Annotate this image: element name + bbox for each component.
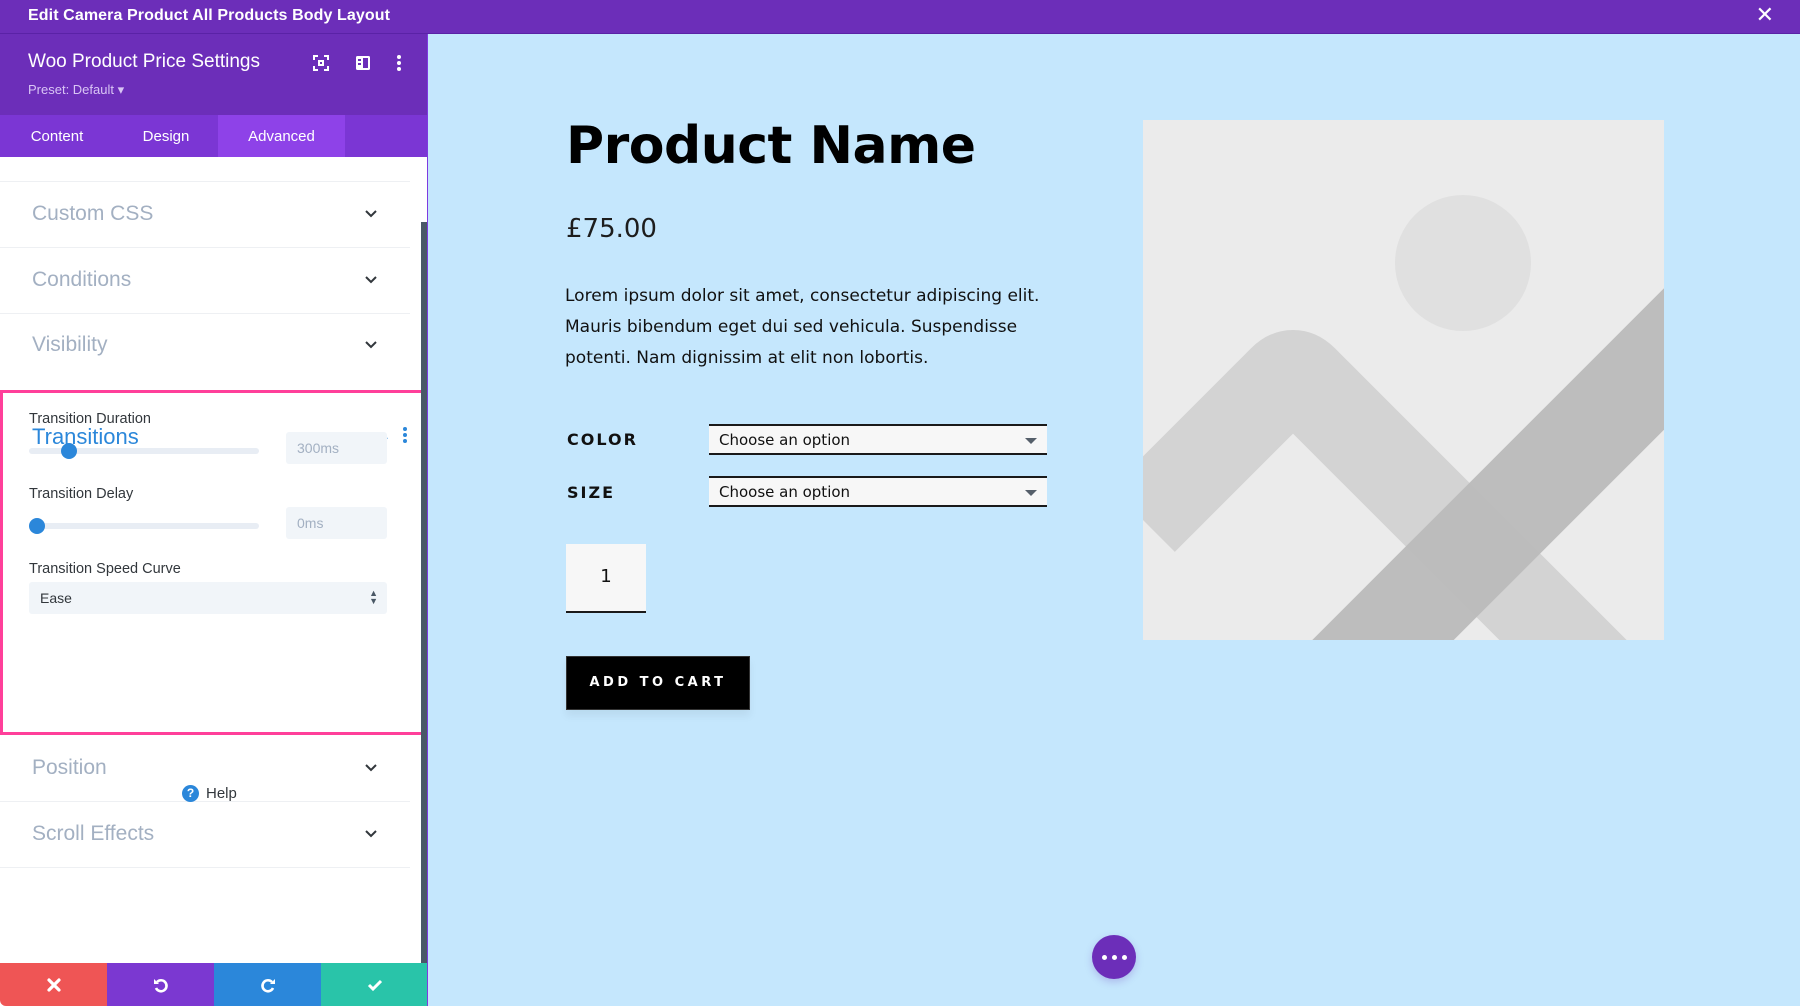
chevron-down-icon: [365, 341, 377, 349]
select-value: Choose an option: [719, 483, 851, 501]
tab-advanced[interactable]: Advanced: [218, 115, 345, 157]
section-options-icon[interactable]: [402, 426, 408, 444]
close-icon: [46, 977, 61, 992]
transition-delay-slider[interactable]: [29, 518, 259, 534]
close-icon[interactable]: ✕: [1756, 4, 1774, 28]
select-value: Ease: [40, 590, 72, 606]
section-label: Conditions: [32, 268, 132, 291]
variation-label-color: COLOR: [567, 430, 638, 449]
transitions-title[interactable]: Transitions: [32, 424, 139, 450]
dot: [1101, 954, 1107, 960]
dropdown-caret-icon: [1025, 438, 1037, 444]
redo-button[interactable]: [214, 963, 321, 1006]
transition-speed-curve-label: Transition Speed Curve: [29, 561, 181, 577]
size-select[interactable]: Choose an option: [709, 476, 1047, 507]
redo-icon: [260, 978, 275, 993]
dropdown-caret-icon: [1025, 490, 1037, 496]
select-value: Choose an option: [719, 431, 851, 449]
undo-icon: [153, 978, 168, 993]
chevron-down-icon: [365, 830, 377, 838]
help-icon: ?: [182, 784, 199, 802]
tab-content[interactable]: Content: [0, 115, 114, 157]
more-options-icon[interactable]: [390, 54, 408, 72]
panel-scrollbar[interactable]: [421, 222, 427, 997]
section-label: Scroll Effects: [32, 822, 155, 845]
transition-duration-slider[interactable]: [29, 443, 259, 459]
undo-button[interactable]: [107, 963, 214, 1006]
section-conditions[interactable]: Conditions: [0, 249, 410, 314]
page-options-button[interactable]: [1092, 935, 1136, 979]
split-view-icon[interactable]: [354, 54, 372, 72]
color-select[interactable]: Choose an option: [709, 424, 1047, 455]
product-description: Lorem ipsum dolor sit amet, consectetur …: [565, 286, 1040, 368]
section-scroll-effects[interactable]: Scroll Effects: [0, 803, 410, 868]
panel-title: Woo Product Price Settings: [28, 51, 260, 72]
section-label: Custom CSS: [32, 202, 154, 225]
product-price: £75.00: [566, 214, 657, 244]
image-placeholder-icon: [1143, 195, 1664, 640]
panel-footer: [0, 963, 427, 1006]
quantity-input[interactable]: 1: [566, 544, 646, 613]
transition-delay-label: Transition Delay: [29, 486, 134, 502]
help-label: Help: [206, 784, 237, 802]
dot: [1111, 954, 1117, 960]
section-label: CSS ID & Classes: [32, 157, 202, 160]
focus-mode-icon[interactable]: [312, 54, 330, 72]
panel-header: Woo Product Price Settings Preset: Defau…: [0, 34, 427, 115]
slider-thumb[interactable]: [61, 443, 78, 459]
discard-button[interactable]: [0, 963, 107, 1006]
chevron-down-icon: [365, 276, 377, 284]
transition-delay-input[interactable]: 0ms: [286, 507, 387, 539]
section-label: Position: [32, 756, 107, 779]
tab-design[interactable]: Design: [114, 115, 218, 157]
dot: [1121, 954, 1127, 960]
transition-duration-label: Transition Duration: [29, 411, 151, 427]
section-css-id-classes[interactable]: CSS ID & Classes: [0, 157, 410, 182]
transition-speed-curve-select[interactable]: Ease ▲ ▼: [29, 582, 387, 614]
slider-thumb[interactable]: [29, 518, 45, 534]
select-arrows-icon: ▲ ▼: [369, 588, 378, 606]
check-icon: [367, 979, 382, 991]
transition-duration-input[interactable]: 300ms: [286, 432, 387, 464]
save-button[interactable]: [321, 963, 427, 1006]
settings-tabs: Content Design Advanced: [0, 115, 427, 157]
add-to-cart-button[interactable]: ADD TO CART: [566, 656, 750, 710]
help-link[interactable]: ? Help: [182, 783, 237, 803]
chevron-down-icon: [365, 210, 377, 218]
section-custom-css[interactable]: Custom CSS: [0, 183, 410, 248]
settings-panel: Woo Product Price Settings Preset: Defau…: [0, 34, 428, 1006]
window-titlebar: Edit Camera Product All Products Body La…: [0, 0, 1800, 34]
chevron-down-icon: [365, 764, 377, 772]
product-image-placeholder: [1143, 120, 1664, 640]
section-visibility[interactable]: Visibility: [0, 314, 410, 379]
preset-selector[interactable]: Preset: Default ▾: [28, 82, 124, 98]
section-label: Visibility: [32, 333, 108, 356]
product-title: Product Name: [566, 116, 976, 176]
variation-label-size: SIZE: [567, 483, 616, 502]
window-title: Edit Camera Product All Products Body La…: [28, 7, 391, 24]
